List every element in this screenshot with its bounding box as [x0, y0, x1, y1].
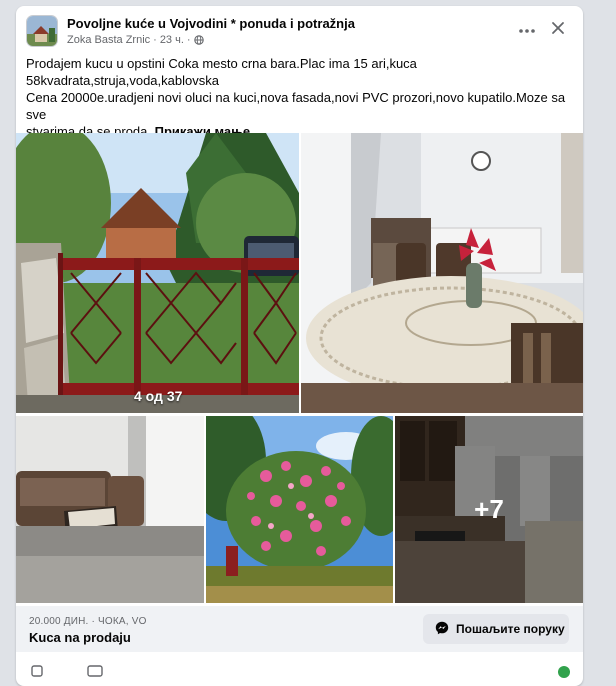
- photo-living-room[interactable]: [16, 416, 204, 603]
- post-text-line: Cena 20000e.uradjeni novi oluci na kuci,…: [26, 90, 566, 122]
- listing-price-location: 20.000 ДИН. · ЧОКА, VO: [29, 616, 147, 627]
- group-avatar[interactable]: [26, 15, 58, 47]
- post-text-line: Prodajem kucu u opstini Coka mesto crna …: [26, 56, 417, 71]
- more-horizontal-icon: [518, 21, 536, 39]
- group-name-link[interactable]: Povoljne kuće u Vojvodini * ponuda i pot…: [67, 16, 355, 31]
- send-message-button[interactable]: Пошаљите поруку: [423, 614, 569, 644]
- more-photos-overlay[interactable]: +7: [395, 416, 583, 603]
- send-message-label: Пошаљите поруку: [456, 622, 565, 636]
- author-link[interactable]: Zoka Basta Zrnic: [67, 34, 150, 46]
- close-icon: [551, 21, 565, 40]
- post-meta: Zoka Basta Zrnic · 23 ч. ·: [67, 34, 204, 46]
- close-button[interactable]: [545, 17, 571, 43]
- post-header: Povoljne kuće u Vojvodini * ponuda i pot…: [16, 6, 583, 52]
- messenger-icon: [435, 621, 449, 638]
- globe-icon: [193, 35, 204, 45]
- post-body: Prodajem kucu u opstini Coka mesto crna …: [26, 55, 574, 140]
- post-card: Povoljne kuće u Vojvodini * ponuda i pot…: [16, 6, 583, 686]
- listing-title[interactable]: Kuca na prodaju: [29, 630, 131, 645]
- listing-info[interactable]: 20.000 ДИН. · ЧОКА, VO Kuca na prodaju П…: [16, 606, 583, 652]
- meta-separator: ·: [153, 34, 157, 46]
- photo-kitchen[interactable]: +7: [395, 416, 583, 603]
- action-bar: [16, 662, 583, 686]
- more-options-button[interactable]: [514, 17, 540, 43]
- photo-gate[interactable]: 4 од 37: [16, 133, 299, 413]
- post-time[interactable]: 23 ч.: [160, 34, 184, 46]
- photo-garden[interactable]: [206, 416, 393, 603]
- meta-separator: ·: [186, 34, 191, 46]
- post-text-line: 58kvadrata,struja,voda,kablovska: [26, 73, 219, 88]
- photo-counter: 4 од 37: [134, 388, 183, 404]
- photo-dining-room[interactable]: [301, 133, 583, 413]
